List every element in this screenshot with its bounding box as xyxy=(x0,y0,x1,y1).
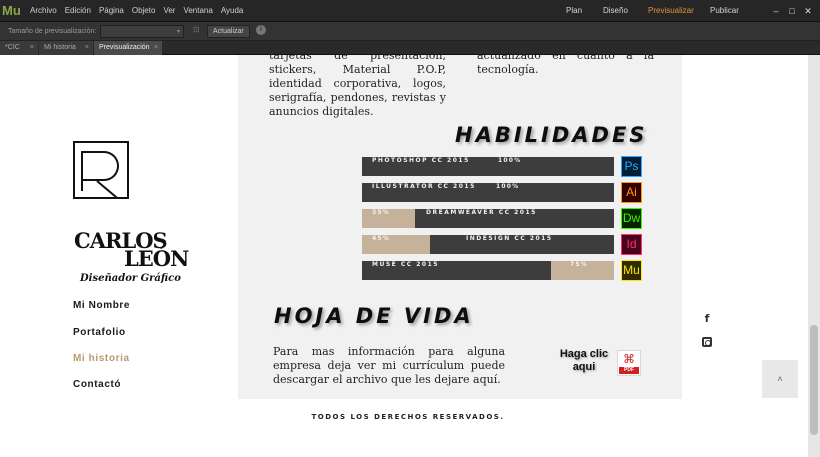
back-to-top-button[interactable]: ˄ xyxy=(762,360,798,398)
cv-title: HOJA DE VIDA xyxy=(274,304,474,328)
preview-scrollbar[interactable] xyxy=(808,55,820,457)
skill-bar: PHOTOSHOP CC 2015 100% xyxy=(362,157,614,176)
info-icon[interactable]: i xyxy=(256,25,266,35)
skill-bar: ILLUSTRATOR CC 2015 100% xyxy=(362,183,614,202)
logo-r-leg xyxy=(96,180,118,199)
menu-ventana[interactable]: Ventana xyxy=(179,0,216,22)
mode-plan[interactable]: Plan xyxy=(566,0,582,22)
tab-label: *CIC xyxy=(5,44,20,51)
facebook-icon[interactable]: f xyxy=(700,312,714,325)
tab-label: Previsualización xyxy=(99,44,150,51)
menu-pagina[interactable]: Página xyxy=(95,0,128,22)
skill-bar: MUSE CC 2015 75% xyxy=(362,261,614,280)
tab-cic[interactable]: *CIC × xyxy=(0,41,38,55)
preview-toolbar: Tamaño de previsualización: ▾ ⊡ Actualiz… xyxy=(0,22,820,41)
lock-icon[interactable]: ⊡ xyxy=(193,25,200,34)
menu-ayuda[interactable]: Ayuda xyxy=(217,0,248,22)
skill-bar: 45% INDESIGN CC 2015 xyxy=(362,235,614,254)
skill-name: MUSE CC 2015 xyxy=(372,261,439,268)
indesign-icon: Id xyxy=(621,234,642,255)
logo-r-bowl xyxy=(81,151,119,181)
skill-name: INDESIGN CC 2015 xyxy=(466,235,553,242)
muse-logo-icon: Mu xyxy=(2,3,21,18)
skill-name: ILLUSTRATOR CC 2015 xyxy=(372,183,476,190)
pdf-tag: PDF xyxy=(619,367,639,374)
close-icon[interactable]: × xyxy=(30,41,34,55)
illustrator-icon: Ai xyxy=(621,182,642,203)
skill-name: PHOTOSHOP CC 2015 xyxy=(372,157,470,164)
preview-size-label: Tamaño de previsualización: xyxy=(8,28,97,35)
cv-text: Para mas información para alguna empresa… xyxy=(273,345,505,386)
close-icon[interactable]: × xyxy=(154,41,158,55)
nav-mi-historia[interactable]: Mi historia xyxy=(73,353,130,364)
nav-mi-nombre[interactable]: Mi Nombre xyxy=(73,300,130,311)
scrollbar-thumb[interactable] xyxy=(810,325,818,435)
skill-percent: 75% xyxy=(570,261,588,268)
mode-design[interactable]: Diseño xyxy=(603,0,628,22)
logo-tagline: Diseñador Gráfico xyxy=(80,273,181,284)
pdf-download-icon[interactable]: ⌘ PDF xyxy=(617,350,641,376)
minimize-icon[interactable]: – xyxy=(768,0,784,22)
nav-portafolio[interactable]: Portafolio xyxy=(73,327,126,338)
muse-icon: Mu xyxy=(621,260,642,281)
dreamweaver-icon: Dw xyxy=(621,208,642,229)
menu-edicion[interactable]: Edición xyxy=(61,0,95,22)
skill-percent: 45% xyxy=(372,235,390,242)
intro-text-left: tarjetas de presentación, stickers, Mate… xyxy=(269,55,446,118)
skills-title: HABILIDADES xyxy=(455,123,648,147)
window-controls: – □ ✕ xyxy=(768,0,816,22)
skill-percent: 100% xyxy=(496,183,520,190)
preview-size-select[interactable]: ▾ xyxy=(100,25,184,38)
menu-ver[interactable]: Ver xyxy=(159,0,179,22)
close-icon[interactable]: × xyxy=(85,41,89,55)
skill-bar: 35% DREAMWEAVER CC 2015 xyxy=(362,209,614,228)
mode-preview[interactable]: Previsualizar xyxy=(648,0,694,22)
main-menu: Archivo Edición Página Objeto Ver Ventan… xyxy=(26,0,247,22)
app-menubar: Mu Archivo Edición Página Objeto Ver Ven… xyxy=(0,0,820,37)
download-cv-link[interactable]: Haga clic aqui xyxy=(556,348,612,374)
update-button[interactable]: Actualizar xyxy=(207,25,250,38)
menu-archivo[interactable]: Archivo xyxy=(26,0,61,22)
logo-mark[interactable] xyxy=(73,141,129,199)
chevron-down-icon: ▾ xyxy=(176,29,180,35)
preview-page: tarjetas de presentación, stickers, Mate… xyxy=(0,55,808,457)
skill-name: DREAMWEAVER CC 2015 xyxy=(426,209,537,216)
acrobat-icon: ⌘ xyxy=(623,352,635,366)
skill-percent: 100% xyxy=(498,157,522,164)
tab-label: Mi historia xyxy=(44,44,76,51)
intro-text-right: actualizado en cuanto a la tecnología. xyxy=(477,55,654,76)
tab-mi-historia[interactable]: Mi historia × xyxy=(39,41,93,55)
close-icon[interactable]: ✕ xyxy=(800,0,816,22)
document-tabs: *CIC × Mi historia × Previsualización × xyxy=(0,41,820,55)
footer-text: TODOS LOS DERECHOS RESERVADOS. xyxy=(311,413,505,421)
logo-name-last: LEÓN xyxy=(124,246,189,271)
instagram-icon[interactable] xyxy=(702,337,712,347)
menu-objeto[interactable]: Objeto xyxy=(128,0,160,22)
nav-contacto[interactable]: Contactó xyxy=(73,379,121,390)
photoshop-icon: Ps xyxy=(621,156,642,177)
maximize-icon[interactable]: □ xyxy=(784,0,800,22)
skill-percent: 35% xyxy=(372,209,390,216)
tab-previsualizacion[interactable]: Previsualización × xyxy=(94,41,162,55)
